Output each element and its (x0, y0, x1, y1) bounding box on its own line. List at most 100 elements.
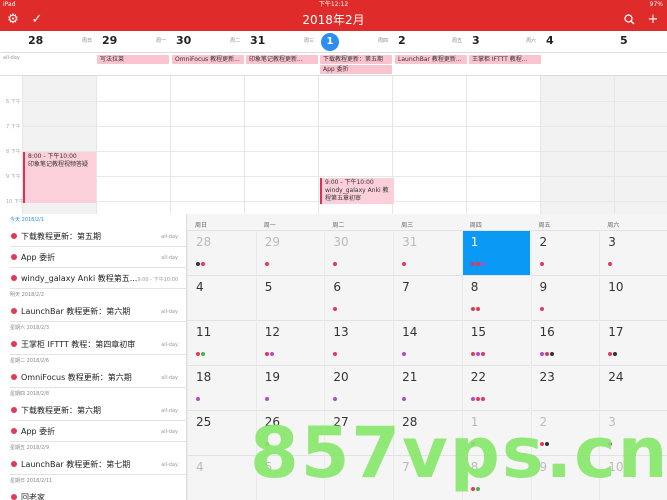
agenda-item[interactable]: windy_galaxy Anki 教程第五... 9:00 - 下午10:00 (10, 268, 186, 289)
settings-gear-icon[interactable]: ⚙ (4, 9, 22, 31)
month-day-cell[interactable]: 28 (187, 230, 256, 275)
all-day-event[interactable]: 王掌柜 IFTTT 教程... (469, 55, 541, 64)
weekday-label: 周四 (377, 38, 388, 44)
month-day-cell[interactable]: 19 (255, 365, 325, 410)
event-dot-icon (549, 352, 554, 356)
event-time: 9:00 - 下午10:00 (325, 179, 374, 186)
month-day-number: 7 (402, 280, 410, 294)
month-day-cell[interactable]: 12 (255, 320, 325, 365)
weekday-label: 周日 (81, 38, 92, 44)
month-title[interactable]: 2018年2月 (0, 9, 667, 31)
day-column[interactable] (96, 76, 170, 214)
agenda-item[interactable]: App 委折 all-day (10, 247, 186, 268)
agenda-item-title: App 委折 (21, 427, 56, 436)
day-column-header[interactable]: 30 周二 (170, 31, 244, 53)
month-day-cell[interactable]: 15 (461, 320, 531, 365)
all-day-event[interactable]: OmniFocus 教程更新... (172, 55, 244, 64)
month-day-cell[interactable]: 7 (393, 275, 462, 320)
timed-event[interactable]: 8:00 - 下午10:00 印象笔记教程视频答疑 (23, 152, 96, 203)
agenda-item[interactable]: 下载教程更新：第五期 all-day (10, 226, 186, 247)
month-day-cell[interactable]: 4 (187, 275, 256, 320)
month-day-cell[interactable]: 31 (393, 230, 462, 275)
month-day-cell[interactable]: 24 (599, 365, 667, 410)
day-column-header[interactable]: 2 周五 (392, 31, 466, 53)
day-column-header[interactable]: 28 周日 (22, 31, 96, 53)
agenda-item[interactable]: 下载教程更新：第六期 all-day (10, 400, 186, 421)
week-day-strip: 28 周日 29 周一 30 周二 31 周三 1 周四 2 周五 3 周六 4 5 (0, 31, 667, 53)
all-day-event[interactable]: App 委折 (320, 65, 392, 74)
day-column-header[interactable]: 3 周六 (466, 31, 540, 53)
day-column[interactable] (466, 76, 540, 214)
event-dot-icon (196, 397, 200, 401)
event-dots (470, 296, 481, 311)
month-day-cell[interactable]: 4 (187, 455, 256, 500)
month-day-number: 12 (264, 325, 280, 339)
month-day-cell[interactable]: 9 (530, 275, 600, 320)
month-day-cell[interactable]: 6 (324, 275, 394, 320)
day-column[interactable] (614, 76, 667, 214)
month-day-number: 23 (539, 370, 555, 384)
month-day-cell[interactable]: 21 (393, 365, 462, 410)
month-day-cell[interactable]: 17 (599, 320, 667, 365)
add-event-icon[interactable]: + (644, 9, 662, 31)
month-day-number: 31 (402, 235, 418, 249)
agenda-item[interactable]: 回老家 (10, 487, 186, 500)
agenda-item-title: LaunchBar 教程更新：第六期 (21, 307, 131, 316)
status-time: 下午12:12 (318, 1, 349, 8)
weekday-label: 周六 (525, 38, 536, 44)
day-column-header[interactable]: 31 周三 (244, 31, 318, 53)
month-day-cell[interactable]: 14 (393, 320, 462, 365)
month-day-cell[interactable]: 3 (599, 230, 667, 275)
agenda-item[interactable]: 王掌柜 IFTTT 教程：第四章初审 all-day (10, 334, 186, 355)
month-day-cell[interactable]: 16 (530, 320, 600, 365)
month-day-cell[interactable]: 10 (599, 275, 667, 320)
month-day-cell[interactable]: 23 (530, 365, 600, 410)
day-column[interactable] (244, 76, 318, 214)
timed-event[interactable]: 9:00 - 下午10:00 windy_galaxy Anki 教程第五章初审 (320, 178, 394, 204)
day-column-header[interactable]: 1 周四 (318, 31, 392, 53)
weekday-label: 周一 (155, 38, 166, 44)
month-day-number: 22 (470, 370, 487, 384)
agenda-item[interactable]: OmniFocus 教程更新：第六期 all-day (10, 367, 186, 388)
all-day-label: all-day (3, 55, 20, 61)
event-dot-icon (608, 352, 613, 356)
month-day-cell[interactable]: 30 (324, 230, 394, 275)
month-day-number: 29 (264, 235, 280, 249)
day-column-header[interactable]: 4 (540, 31, 614, 53)
agenda-item[interactable]: LaunchBar 教程更新：第七期 all-day (10, 454, 186, 475)
month-day-cell[interactable]: 25 (187, 410, 256, 455)
all-day-event[interactable]: 下载教程更新：第五期 (320, 55, 392, 64)
month-day-cell[interactable]: 2 (530, 230, 600, 275)
day-column-header[interactable]: 5 (614, 31, 667, 53)
month-day-cell[interactable]: 18 (187, 365, 256, 410)
month-day-cell[interactable]: 29 (255, 230, 325, 275)
agenda-item[interactable]: App 委折 all-day (10, 421, 186, 442)
day-column-header[interactable]: 29 周一 (96, 31, 170, 53)
month-day-cell[interactable]: 20 (324, 365, 394, 410)
all-day-event[interactable]: 印象笔记教程更新... (246, 55, 318, 64)
search-icon[interactable] (620, 9, 638, 31)
agenda-item[interactable]: LaunchBar 教程更新：第六期 all-day (10, 301, 186, 322)
hour-line (22, 151, 667, 152)
month-day-cell[interactable]: 1 (461, 230, 531, 275)
month-day-cell[interactable]: 11 (187, 320, 256, 365)
event-dots (196, 251, 206, 266)
day-column[interactable] (540, 76, 614, 214)
status-bar: iPad 下午12:12 97% (0, 0, 667, 9)
month-day-number: 14 (402, 325, 418, 339)
day-column[interactable] (392, 76, 466, 214)
month-day-cell[interactable]: 5 (255, 275, 325, 320)
agenda-item-time: 9:00 - 下午10:00 (137, 277, 178, 283)
day-column[interactable] (170, 76, 244, 214)
month-day-number: 1 (470, 235, 479, 249)
month-day-cell[interactable]: 8 (461, 275, 531, 320)
month-day-cell[interactable]: 13 (324, 320, 394, 365)
month-day-cell[interactable]: 22 (461, 365, 531, 410)
checkmark-icon[interactable]: ✓ (28, 9, 46, 31)
all-day-event[interactable]: LaunchBar 教程更新... (395, 55, 467, 64)
month-day-number: 16 (539, 325, 555, 339)
event-dots (608, 341, 618, 356)
all-day-event[interactable]: 写法拉莱 (97, 55, 169, 64)
month-day-number: 30 (333, 235, 349, 249)
event-dot-icon (539, 262, 544, 266)
